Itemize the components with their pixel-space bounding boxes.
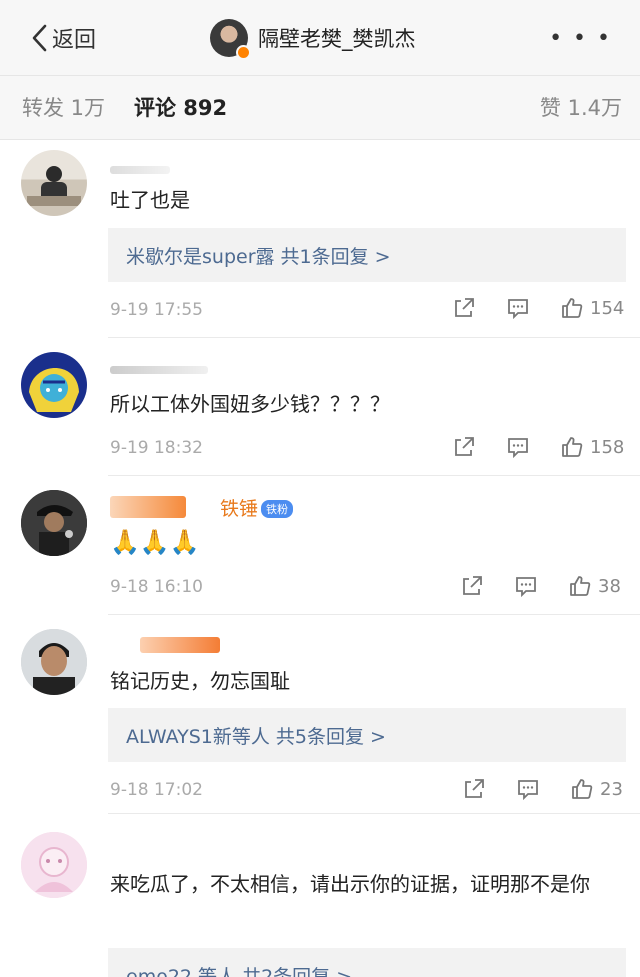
- divider: [108, 337, 640, 338]
- reply-summary-link[interactable]: ALWAYS1新等人 共5条回复 >: [108, 708, 626, 762]
- avatar-image: [21, 629, 87, 695]
- avatar-image: [21, 490, 87, 556]
- tab-likes[interactable]: 赞 1.4万: [540, 92, 622, 122]
- like-count: 158: [590, 436, 625, 458]
- navigation-bar: 返回 隔壁老樊_樊凯杰 • • •: [0, 0, 640, 76]
- comment-text: 吐了也是: [110, 188, 190, 212]
- fan-title: 铁锤: [220, 498, 259, 520]
- comment-actions: 38: [460, 574, 621, 598]
- avatar-image: [27, 166, 81, 206]
- avatar-image: [29, 367, 79, 412]
- fan-badge-group: 铁锤 铁粉: [220, 494, 294, 521]
- blurred-username: [110, 166, 170, 174]
- like-count: 154: [590, 297, 625, 319]
- page-title: 隔壁老樊_樊凯杰: [258, 27, 416, 51]
- thumbs-up-icon[interactable]: [570, 777, 594, 801]
- tab-comments[interactable]: 评论 892: [134, 92, 227, 122]
- avatar-image: [21, 832, 87, 898]
- comment-icon[interactable]: [506, 435, 530, 459]
- avatar[interactable]: [21, 490, 87, 556]
- comment-text: 🙏🙏🙏: [110, 528, 200, 556]
- avatar[interactable]: [21, 629, 87, 695]
- post-author[interactable]: 隔壁老樊_樊凯杰: [210, 18, 416, 60]
- divider: [108, 813, 640, 814]
- comment-text: 铭记历史，勿忘国耻: [110, 669, 290, 693]
- comment-actions: 23: [462, 777, 623, 801]
- chevron-left-icon: [32, 24, 47, 52]
- thumbs-up-icon[interactable]: [560, 435, 584, 459]
- reply-summary-link[interactable]: 米歇尔是super露 共1条回复 >: [108, 228, 626, 282]
- divider: [108, 614, 640, 615]
- comment-text: 所以工体外国妞多少钱？？？？: [110, 392, 390, 416]
- author-avatar: [210, 19, 251, 60]
- blurred-username: [140, 637, 220, 653]
- reply-summary-link[interactable]: emo22 等人 共2条回复 >: [108, 948, 626, 977]
- comment-icon[interactable]: [514, 574, 538, 598]
- share-icon[interactable]: [462, 777, 486, 801]
- comment-icon[interactable]: [516, 777, 540, 801]
- thumbs-up-icon[interactable]: [560, 296, 584, 320]
- more-options-icon[interactable]: • • •: [549, 26, 612, 51]
- tab-reposts[interactable]: 转发 1万: [22, 92, 105, 122]
- comment-actions: 158: [452, 435, 624, 459]
- comment-icon[interactable]: [506, 296, 530, 320]
- comment-actions: 154: [452, 296, 624, 320]
- avatar[interactable]: [21, 832, 87, 898]
- back-label: 返回: [52, 28, 97, 53]
- share-icon[interactable]: [452, 435, 476, 459]
- comment-time: 9-18 17:02: [110, 780, 203, 800]
- blurred-username: [110, 496, 186, 518]
- like-count: 23: [600, 778, 623, 800]
- comment-time: 9-19 17:55: [110, 300, 203, 320]
- blurred-username: [110, 366, 208, 374]
- back-button[interactable]: 返回: [30, 20, 96, 56]
- like-count: 38: [598, 575, 621, 597]
- comment-time: 9-18 16:10: [110, 577, 203, 597]
- comment-text: 来吃瓜了，不太相信，请出示你的证据，证明那不是你: [110, 872, 590, 896]
- verified-badge-icon: [236, 45, 251, 60]
- thumbs-up-icon[interactable]: [568, 574, 592, 598]
- share-icon[interactable]: [452, 296, 476, 320]
- iron-fan-badge: 铁粉: [261, 500, 294, 518]
- share-icon[interactable]: [460, 574, 484, 598]
- divider: [108, 475, 640, 476]
- avatar[interactable]: [21, 150, 87, 216]
- avatar[interactable]: [21, 352, 87, 418]
- comment-time: 9-19 18:32: [110, 438, 203, 458]
- tab-bar: 转发 1万 评论 892 赞 1.4万: [0, 76, 640, 140]
